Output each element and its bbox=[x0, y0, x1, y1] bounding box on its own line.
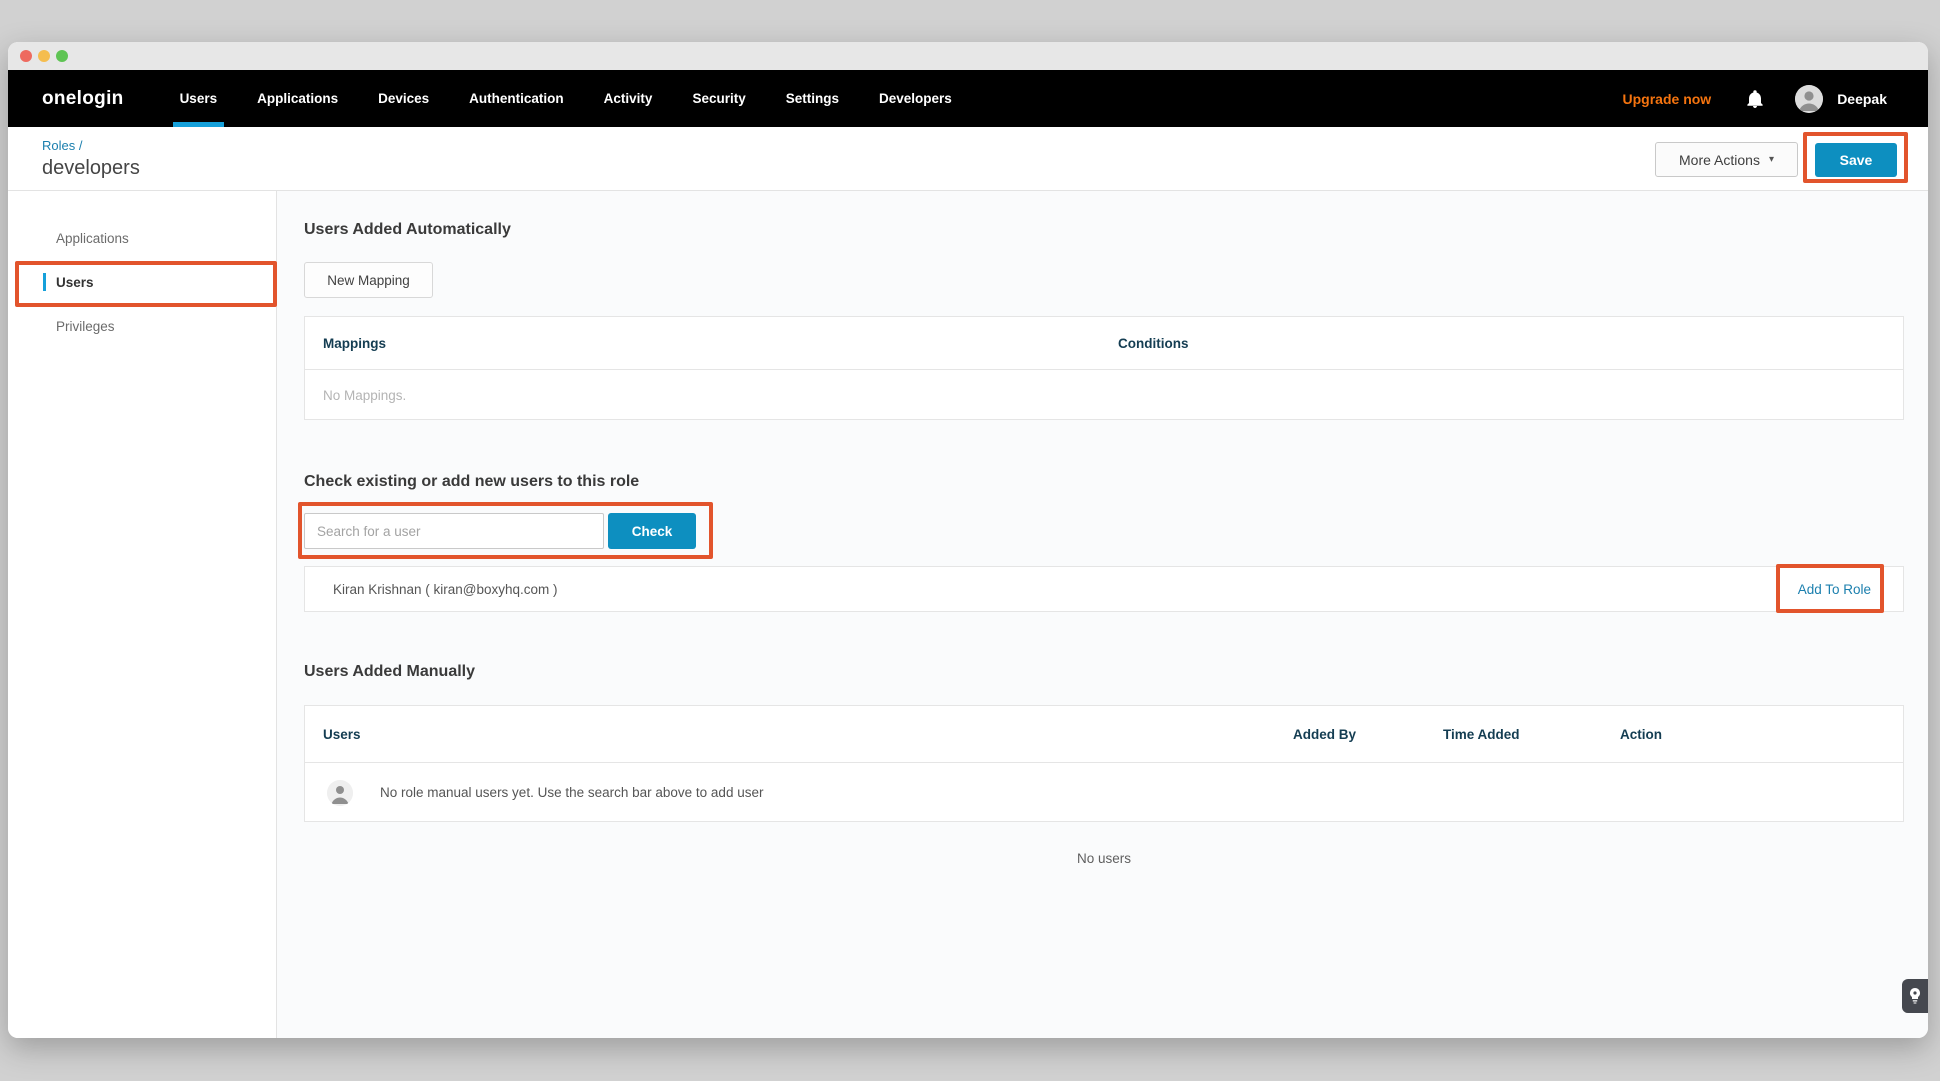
column-header-conditions: Conditions bbox=[1100, 336, 1903, 351]
content-area: Applications Users Privileges Users Adde… bbox=[8, 191, 1928, 1038]
nav-item-users[interactable]: Users bbox=[180, 70, 218, 127]
search-row: Check bbox=[304, 513, 696, 549]
window-titlebar bbox=[8, 42, 1928, 70]
search-user-input[interactable] bbox=[304, 513, 604, 549]
nav-right-group: Upgrade now Deepak bbox=[1623, 85, 1928, 113]
column-header-action: Action bbox=[1602, 727, 1903, 742]
more-actions-label: More Actions bbox=[1679, 152, 1760, 168]
user-placeholder-avatar-icon bbox=[327, 780, 353, 806]
chevron-down-icon: ▾ bbox=[1769, 154, 1774, 165]
column-header-added-by: Added By bbox=[1275, 727, 1425, 742]
check-button[interactable]: Check bbox=[608, 513, 696, 549]
more-actions-button[interactable]: More Actions ▾ bbox=[1655, 142, 1798, 177]
nav-menu: Users Applications Devices Authenticatio… bbox=[180, 70, 952, 127]
active-item-accent-bar bbox=[43, 273, 46, 291]
no-users-text: No users bbox=[304, 851, 1904, 866]
close-window-button[interactable] bbox=[20, 50, 32, 62]
no-mappings-text: No Mappings. bbox=[305, 370, 1903, 420]
sidebar-item-applications[interactable]: Applications bbox=[8, 216, 276, 260]
sidebar-item-label: Users bbox=[56, 275, 94, 290]
manual-users-table: Users Added By Time Added Action No role… bbox=[304, 705, 1904, 822]
add-to-role-link[interactable]: Add To Role bbox=[1798, 582, 1871, 597]
users-added-manually-heading: Users Added Manually bbox=[304, 663, 475, 681]
empty-manual-users-row: No role manual users yet. Use the search… bbox=[305, 763, 1903, 822]
check-existing-heading: Check existing or add new users to this … bbox=[304, 473, 639, 491]
app-window: onelogin Users Applications Devices Auth… bbox=[8, 42, 1928, 1038]
user-avatar[interactable] bbox=[1795, 85, 1823, 113]
nav-item-authentication[interactable]: Authentication bbox=[469, 70, 564, 127]
users-added-automatically-heading: Users Added Automatically bbox=[304, 221, 511, 239]
empty-manual-users-text: No role manual users yet. Use the search… bbox=[380, 785, 763, 800]
lightbulb-icon bbox=[1909, 988, 1921, 1004]
sidebar: Applications Users Privileges bbox=[8, 191, 277, 1038]
column-header-time-added: Time Added bbox=[1425, 727, 1602, 742]
nav-item-developers[interactable]: Developers bbox=[879, 70, 952, 127]
save-button[interactable]: Save bbox=[1815, 143, 1897, 177]
new-mapping-button[interactable]: New Mapping bbox=[304, 262, 433, 298]
lightbulb-feedback-button[interactable] bbox=[1902, 979, 1928, 1013]
sidebar-item-users[interactable]: Users bbox=[8, 260, 276, 304]
onelogin-logo[interactable]: onelogin bbox=[42, 88, 124, 110]
maximize-window-button[interactable] bbox=[56, 50, 68, 62]
main-panel: Users Added Automatically New Mapping Ma… bbox=[277, 191, 1928, 1038]
sidebar-item-label: Applications bbox=[56, 231, 129, 246]
nav-item-applications[interactable]: Applications bbox=[257, 70, 338, 127]
column-header-mappings: Mappings bbox=[305, 336, 1100, 351]
breadcrumb-roles-link[interactable]: Roles / bbox=[42, 138, 82, 153]
top-nav: onelogin Users Applications Devices Auth… bbox=[8, 70, 1928, 127]
manual-users-table-header: Users Added By Time Added Action bbox=[305, 706, 1903, 763]
nav-item-security[interactable]: Security bbox=[692, 70, 745, 127]
upgrade-now-link[interactable]: Upgrade now bbox=[1623, 91, 1712, 107]
nav-item-settings[interactable]: Settings bbox=[786, 70, 839, 127]
nav-item-devices[interactable]: Devices bbox=[378, 70, 429, 127]
mappings-table-header: Mappings Conditions bbox=[305, 317, 1903, 370]
nav-item-activity[interactable]: Activity bbox=[604, 70, 653, 127]
sidebar-item-privileges[interactable]: Privileges bbox=[8, 304, 276, 348]
sidebar-item-label: Privileges bbox=[56, 319, 115, 334]
notifications-bell-icon[interactable] bbox=[1747, 90, 1763, 108]
user-result-row: Kiran Krishnan ( kiran@boxyhq.com ) Add … bbox=[304, 566, 1904, 612]
mappings-table: Mappings Conditions No Mappings. bbox=[304, 316, 1904, 420]
user-name[interactable]: Deepak bbox=[1837, 91, 1887, 107]
page-title: developers bbox=[42, 157, 140, 180]
column-header-users: Users bbox=[305, 727, 1275, 742]
page-header: Roles / developers More Actions ▾ Save bbox=[8, 127, 1928, 191]
user-result-text: Kiran Krishnan ( kiran@boxyhq.com ) bbox=[333, 582, 558, 597]
minimize-window-button[interactable] bbox=[38, 50, 50, 62]
